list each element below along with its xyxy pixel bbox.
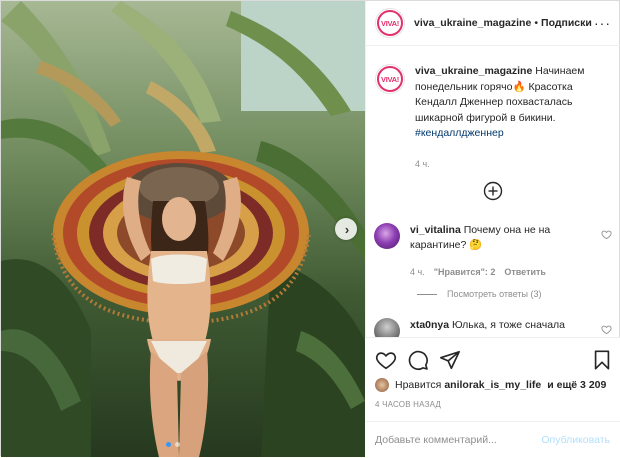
likes-count[interactable]: и ещё 3 209: [547, 379, 606, 391]
liker-username[interactable]: anilorak_is_my_life: [444, 379, 541, 391]
actions-layer: Нравится anilorak_is_my_life и ещё 3 209…: [365, 1, 620, 457]
publish-button[interactable]: Опубликовать: [541, 434, 610, 446]
heart-icon[interactable]: [375, 349, 397, 371]
add-comment-bar: Опубликовать: [365, 421, 620, 458]
carousel-dot-active: [166, 442, 171, 447]
instagram-post: › VIVA! viva_ukraine_magazine • Подписки…: [0, 0, 620, 457]
likes-prefix: Нравится: [395, 379, 442, 391]
comment-icon[interactable]: [407, 349, 429, 371]
share-icon[interactable]: [439, 349, 461, 371]
carousel-dot: [175, 442, 180, 447]
carousel-indicator: [166, 442, 180, 447]
post-timestamp: 4 ЧАСОВ НАЗАД: [375, 400, 442, 409]
bookmark-icon[interactable]: [591, 349, 613, 371]
post-photo[interactable]: ›: [1, 1, 365, 457]
carousel-next-button[interactable]: ›: [335, 218, 357, 240]
post-actions: Нравится anilorak_is_my_life и ещё 3 209…: [365, 337, 620, 457]
liker-avatar[interactable]: [375, 378, 389, 392]
comment-input[interactable]: [375, 434, 542, 446]
likes-summary: Нравится anilorak_is_my_life и ещё 3 209: [375, 378, 609, 392]
photo-illustration: [1, 1, 365, 457]
chevron-right-icon: ›: [344, 221, 350, 237]
action-icons: [375, 349, 613, 371]
